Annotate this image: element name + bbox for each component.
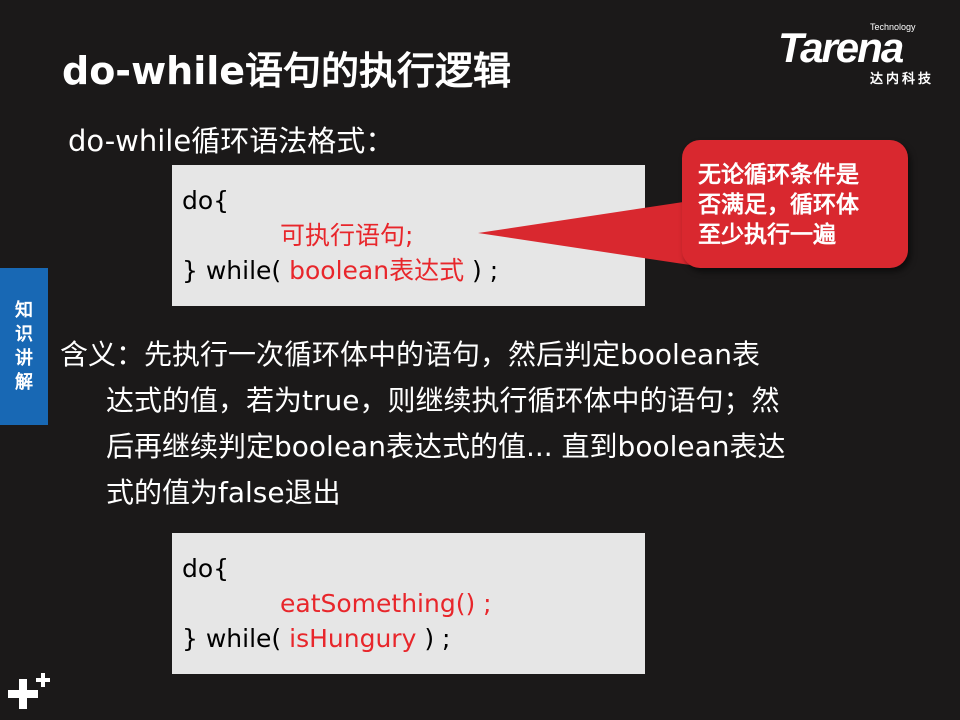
side-tab-char: 知	[15, 299, 33, 321]
slide-title: do-while语句的执行逻辑	[62, 49, 512, 93]
side-tab-char: 讲	[15, 347, 33, 369]
meaning-paragraph: 含义：先执行一次循环体中的语句，然后判定boolean表 达式的值，若为true…	[60, 332, 890, 516]
tarena-logo: Technology Tarena 达内科技	[778, 22, 948, 87]
code-line: 可执行语句;	[280, 221, 414, 250]
code-line: do{	[182, 554, 230, 583]
callout-text: 无论循环条件是 否满足，循环体 至少执行一遍	[698, 162, 859, 248]
syntax-heading: do-while循环语法格式：	[68, 124, 395, 158]
example-code-block: do{ eatSomething() ; } while( isHungury …	[172, 533, 645, 674]
code-text: ) ;	[416, 624, 451, 653]
plus-icon	[8, 673, 50, 709]
meaning-line: 后再继续判定boolean表达式的值... 直到boolean表达	[106, 430, 786, 463]
code-text: } while(	[182, 256, 290, 285]
code-line: } while( isHungury ) ;	[182, 621, 450, 656]
code-line: } while( boolean表达式 ) ;	[182, 253, 498, 288]
code-line: do{	[182, 186, 230, 215]
meaning-line: 含义：先执行一次循环体中的语句，然后判定boolean表	[60, 338, 760, 371]
meaning-line: 达式的值，若为true，则继续执行循环体中的语句；然	[106, 384, 780, 417]
logo-sub-text: 达内科技	[870, 72, 935, 87]
callout-pointer	[478, 201, 690, 265]
code-line: eatSomething() ;	[280, 589, 492, 618]
callout-box: 无论循环条件是 否满足，循环体 至少执行一遍	[682, 140, 908, 268]
code-condition: isHungury	[289, 624, 417, 653]
code-condition: boolean表达式	[289, 256, 465, 285]
side-tab-char: 识	[15, 323, 33, 345]
side-tab-char: 解	[15, 371, 33, 393]
meaning-line: 式的值为false退出	[106, 476, 341, 509]
side-tab-knowledge: 知 识 讲 解	[0, 268, 48, 425]
code-text: } while(	[182, 624, 290, 653]
logo-main-text: Tarena	[778, 24, 904, 71]
